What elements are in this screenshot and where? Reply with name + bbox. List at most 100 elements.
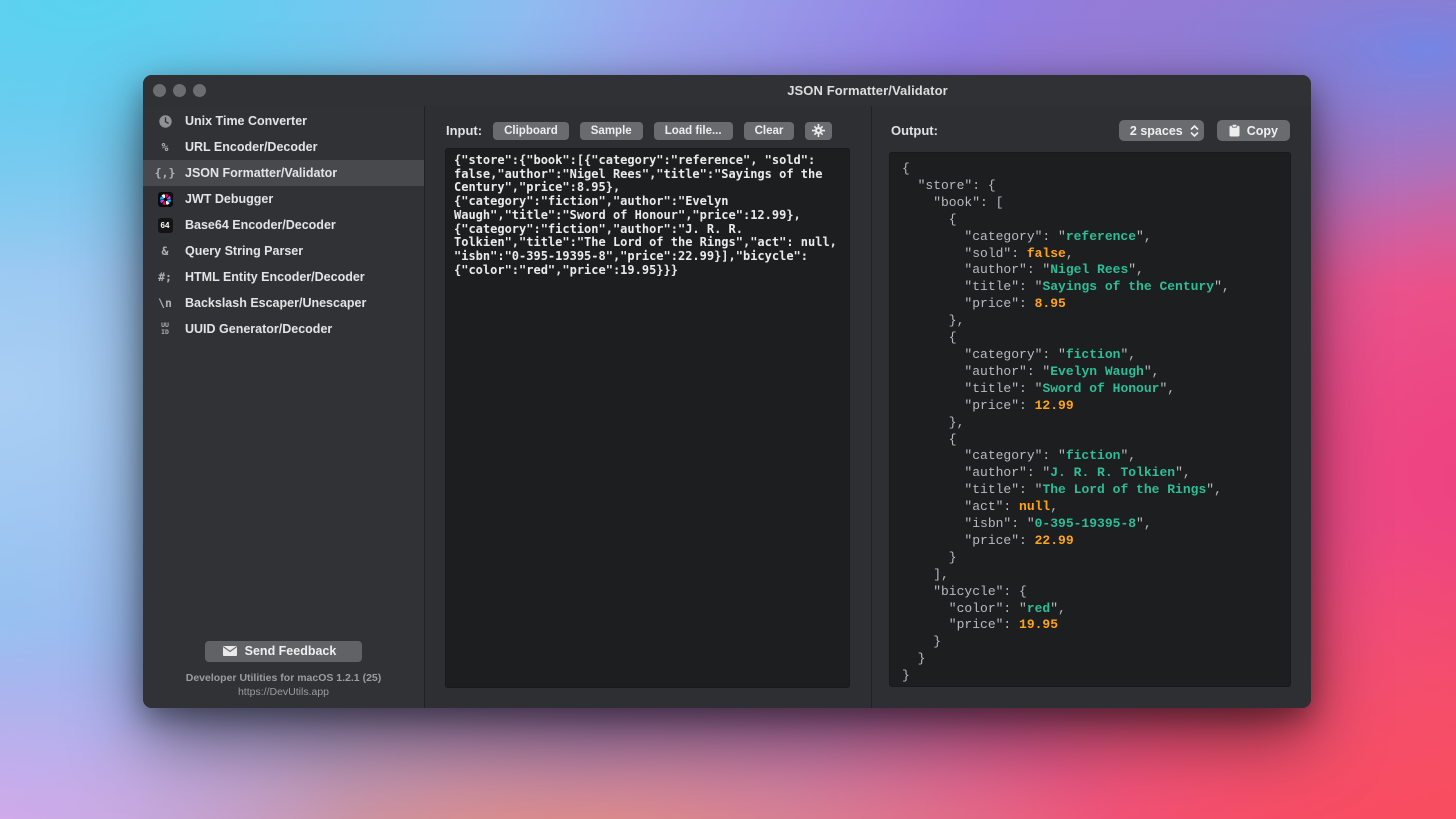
copy-button[interactable]: Copy	[1216, 120, 1290, 141]
version-line: Developer Utilities for macOS 1.2.1 (25)	[185, 672, 382, 684]
output-code-line: "category": "reference",	[902, 228, 1152, 244]
sidebar-item-label: Backslash Escaper/Unescaper	[185, 296, 367, 310]
output-code-line: ],	[902, 566, 949, 582]
output-code-line: "sold": false,	[902, 245, 1074, 261]
load-file-button[interactable]: Load file...	[653, 121, 733, 140]
sidebar-item-jwt-debugger[interactable]: JWT Debugger	[143, 186, 424, 212]
output-code-line: }	[902, 651, 926, 667]
output-code-line: },	[902, 414, 965, 430]
zoom-button[interactable]	[193, 84, 206, 97]
input-code-line: "isbn":"0-395-19395-8","price":22.99}],"…	[454, 248, 809, 263]
output-code-line: "isbn": "0-395-19395-8",	[902, 516, 1152, 532]
clear-button[interactable]: Clear	[743, 121, 795, 140]
output-toolbar: Output: 2 spaces Copy	[891, 120, 1290, 141]
chevron-up-down-icon	[1190, 124, 1199, 138]
sidebar-item-query-string-parser[interactable]: & Query String Parser	[143, 238, 424, 264]
input-code-line: {"category":"fiction","author":"Evelyn	[454, 194, 729, 209]
backslash-n-icon: \n	[158, 296, 172, 310]
percent-icon: %	[161, 140, 169, 154]
sidebar-item-html-entity-encoder-decoder[interactable]: #; HTML Entity Encoder/Decoder	[143, 264, 424, 290]
input-code-line: Waugh","title":"Sword of Honour","price"…	[454, 207, 801, 222]
output-code-line: {	[902, 431, 957, 447]
output-code-line: "title": "Sword of Honour",	[902, 380, 1176, 396]
output-code-line: "book": [	[902, 194, 1004, 210]
output-code-line: "color": "red",	[902, 600, 1066, 616]
output-code-line: "title": "The Lord of the Rings",	[902, 482, 1222, 498]
sidebar-item-label: HTML Entity Encoder/Decoder	[185, 270, 365, 284]
send-feedback-label: Send Feedback	[244, 644, 337, 658]
app-url: https://DevUtils.app	[237, 686, 330, 698]
output-label: Output:	[891, 123, 938, 138]
minimize-button[interactable]	[173, 84, 186, 97]
output-code-line: "price": 19.95	[902, 617, 1059, 633]
app-window: JSON Formatter/Validator Unix Time Conve…	[143, 75, 1311, 708]
output-code-line: "category": "fiction",	[902, 448, 1137, 464]
output-code-line: "store": {	[902, 177, 996, 193]
input-code-line: {"category":"fiction","author":"J. R. R.	[454, 221, 743, 236]
sidebar-item-uuid-generator-decoder[interactable]: UU ID UUID Generator/Decoder	[143, 316, 424, 342]
output-code: { "store": { "book": [ { "category": "re…	[889, 152, 1291, 687]
output-code-line: "author": "Nigel Rees",	[902, 262, 1144, 278]
output-panel: Output: 2 spaces Copy {"store": {"book…	[872, 106, 1311, 708]
output-code-line: "bicycle": {	[902, 583, 1027, 599]
sidebar-item-label: Unix Time Converter	[185, 114, 308, 128]
output-code-line: },	[902, 313, 965, 329]
indent-select[interactable]: 2 spaces	[1118, 120, 1204, 141]
output-code-line: {	[902, 211, 957, 227]
output-code-line: "price": 12.99	[902, 397, 1074, 413]
window-title: JSON Formatter/Validator	[787, 83, 948, 98]
clock-icon	[152, 114, 178, 129]
sidebar-item-label: UUID Generator/Decoder	[185, 322, 333, 336]
output-code-line: }	[902, 668, 910, 684]
input-editor[interactable]: {"store":{"book":[{"category":"reference…	[445, 148, 850, 688]
input-label: Input:	[446, 123, 483, 138]
input-code-line: false,"author":"Nigel Rees","title":"Say…	[454, 166, 823, 181]
window-controls	[153, 84, 206, 97]
output-code-line: "price": 22.99	[902, 532, 1074, 548]
title-bar: JSON Formatter/Validator	[143, 75, 1311, 106]
sidebar-item-label: URL Encoder/Decoder	[185, 140, 318, 154]
sidebar-list: Unix Time Converter % URL Encoder/Decode…	[143, 106, 424, 342]
send-feedback-button[interactable]: Send Feedback	[204, 641, 363, 662]
app-version: Developer Utilities for macOS 1.2.1 (25)…	[143, 671, 424, 699]
input-code-line: Century","price":8.95},	[454, 180, 621, 195]
output-code-line: "act": null,	[902, 499, 1059, 515]
envelope-icon	[222, 646, 237, 656]
input-code-line: Tolkien","title":"The Lord of the Rings"…	[454, 235, 837, 250]
output-code-line: "author": "Evelyn Waugh",	[902, 363, 1160, 379]
output-code-line: {	[902, 330, 957, 346]
output-code-line: }	[902, 549, 957, 565]
output-code-line: "category": "fiction",	[902, 346, 1137, 362]
input-code-line: {"store":{"book":[{"category":"reference…	[454, 153, 816, 167]
ampersand-icon: &	[161, 244, 169, 258]
clipboard-button[interactable]: Clipboard	[493, 121, 569, 140]
braces-icon: {,}	[154, 166, 176, 180]
sidebar-item-label: Query String Parser	[185, 244, 304, 258]
copy-label: Copy	[1246, 123, 1278, 138]
sidebar-item-url-encoder-decoder[interactable]: % URL Encoder/Decoder	[143, 134, 424, 160]
clipboard-icon	[1229, 124, 1240, 137]
sidebar-item-base64-encoder-decoder[interactable]: 64 Base64 Encoder/Decoder	[143, 212, 424, 238]
indent-select-value: 2 spaces	[1129, 123, 1183, 138]
output-code-line: "author": "J. R. R. Tolkien",	[902, 465, 1191, 481]
sidebar-footer: Send Feedback Developer Utilities for ma…	[143, 641, 424, 699]
sidebar-item-json-formatter-validator[interactable]: {,} JSON Formatter/Validator	[143, 160, 424, 186]
sidebar-item-label: Base64 Encoder/Decoder	[185, 218, 336, 232]
output-code-line: {	[902, 161, 910, 176]
sidebar-item-unix-time-converter[interactable]: Unix Time Converter	[143, 108, 424, 134]
jwt-icon	[152, 191, 178, 207]
sidebar-item-label: JWT Debugger	[185, 192, 274, 206]
output-code-line: }	[902, 634, 942, 650]
input-code-line: {"color":"red","price":19.95}}}	[454, 262, 678, 277]
sample-button[interactable]: Sample	[579, 121, 643, 140]
close-button[interactable]	[153, 84, 166, 97]
gear-icon	[812, 124, 826, 137]
sidebar-item-label: JSON Formatter/Validator	[185, 166, 338, 180]
input-settings-button[interactable]	[805, 121, 833, 140]
input-panel: Input: Clipboard Sample Load file... Clear …	[425, 106, 872, 708]
base64-icon: 64	[152, 217, 178, 233]
input-actions: Clipboard Sample Load file... Clear	[493, 121, 805, 140]
sidebar: Unix Time Converter % URL Encoder/Decode…	[143, 106, 425, 708]
sidebar-item-backslash-escaper-unescaper[interactable]: \n Backslash Escaper/Unescaper	[143, 290, 424, 316]
input-toolbar: Input: Clipboard Sample Load file... Clear	[446, 120, 855, 141]
